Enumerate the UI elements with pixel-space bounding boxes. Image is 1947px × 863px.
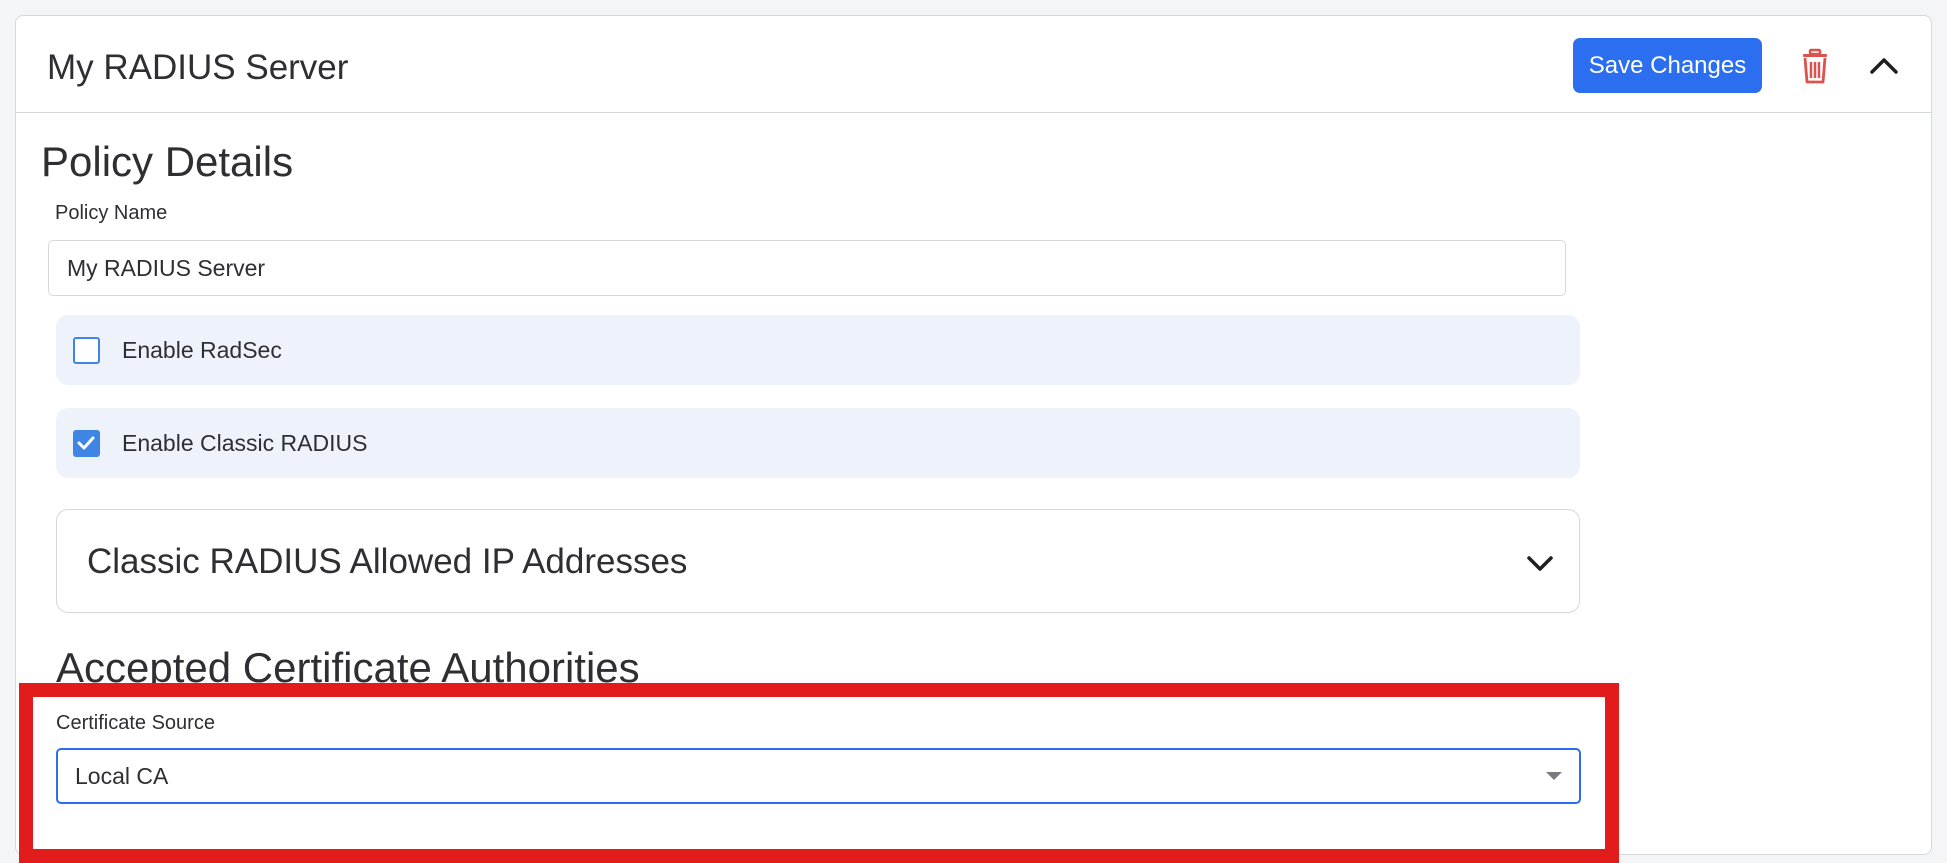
enable-radsec-label: Enable RadSec	[122, 337, 282, 363]
enable-radsec-row[interactable]: Enable RadSec	[56, 315, 1580, 385]
dropdown-caret-icon	[1546, 772, 1562, 780]
collapse-button[interactable]	[1864, 46, 1904, 86]
certificate-source-label: Certificate Source	[56, 712, 215, 734]
policy-name-label: Policy Name	[55, 202, 168, 224]
certificate-source-value: Local CA	[75, 763, 169, 789]
enable-radsec-checkbox[interactable]	[73, 337, 100, 364]
certificate-source-select[interactable]: Local CA	[56, 748, 1581, 804]
allowed-ip-addresses-accordion[interactable]: Classic RADIUS Allowed IP Addresses	[56, 509, 1580, 613]
radius-policy-card: My RADIUS Server Save Changes Policy Det…	[15, 15, 1932, 863]
chevron-down-icon	[1527, 556, 1553, 571]
policy-name-input[interactable]	[48, 240, 1566, 296]
card-header: My RADIUS Server Save Changes	[16, 16, 1931, 113]
trash-icon	[1803, 48, 1827, 84]
save-changes-button[interactable]: Save Changes	[1573, 38, 1762, 93]
card-title: My RADIUS Server	[47, 48, 349, 87]
delete-button[interactable]	[1795, 46, 1835, 86]
enable-classic-radius-label: Enable Classic RADIUS	[122, 430, 368, 456]
chevron-up-icon	[1870, 58, 1898, 74]
checkmark-icon	[77, 436, 95, 450]
enable-classic-radius-checkbox[interactable]	[73, 430, 100, 457]
accepted-certificate-authorities-heading: Accepted Certificate Authorities	[56, 644, 640, 691]
enable-classic-radius-row[interactable]: Enable Classic RADIUS	[56, 408, 1580, 478]
accordion-title: Classic RADIUS Allowed IP Addresses	[87, 542, 688, 581]
policy-details-heading: Policy Details	[41, 138, 294, 185]
